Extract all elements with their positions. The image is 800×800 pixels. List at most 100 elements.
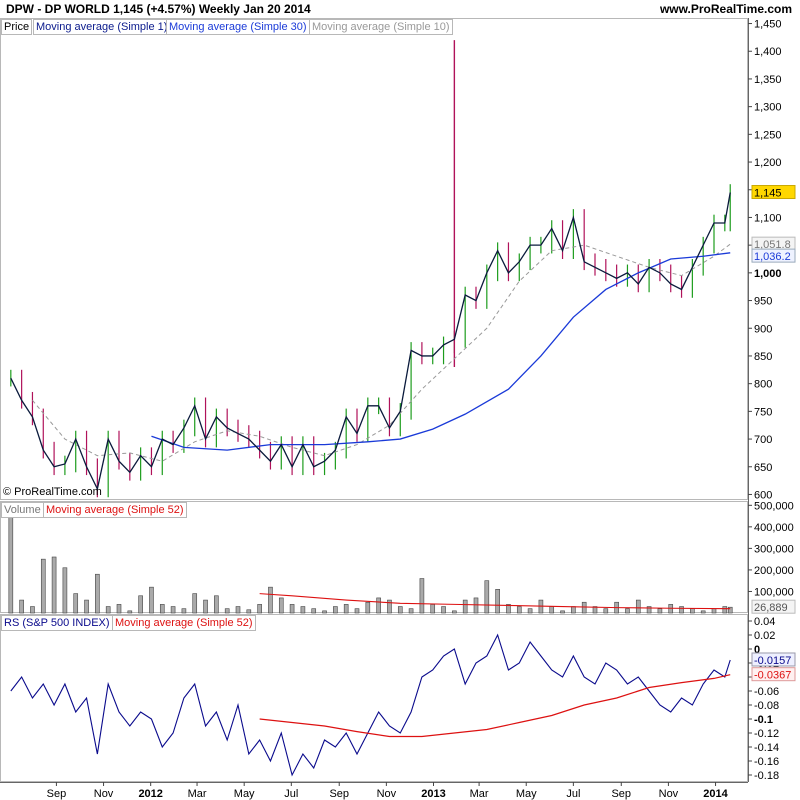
xtick-label: 2014 bbox=[703, 788, 728, 800]
volume-bar bbox=[159, 604, 165, 614]
xtick-label: Nov bbox=[659, 788, 679, 800]
volume-bar bbox=[635, 599, 641, 614]
price-ytick-label: 1,400 bbox=[754, 46, 782, 58]
volume-bar bbox=[181, 608, 187, 614]
price-ytick-label: 800 bbox=[754, 379, 772, 391]
rs-line bbox=[10, 633, 731, 777]
volume-bar bbox=[452, 610, 457, 614]
rs-ytick-label: 0.04 bbox=[754, 616, 775, 628]
copyright-text: © ProRealTime.com bbox=[3, 486, 102, 498]
legend-ma30: Moving average (Simple 30) bbox=[166, 19, 310, 35]
legend-ma10: Moving average (Simple 10) bbox=[309, 19, 453, 35]
volume-bar bbox=[581, 601, 587, 614]
price-ytick-label: 650 bbox=[754, 462, 772, 474]
volume-bar bbox=[419, 578, 425, 614]
volume-bar bbox=[127, 610, 133, 614]
volume-bar bbox=[727, 606, 733, 614]
price-ytick-label: 900 bbox=[754, 323, 772, 335]
volume-bar bbox=[246, 609, 252, 614]
volume-ytick-label: 100,000 bbox=[754, 586, 794, 598]
volume-ytick-label: 200,000 bbox=[754, 565, 794, 577]
xtick-label: Mar bbox=[188, 788, 207, 800]
volume-bar bbox=[365, 601, 371, 614]
legend-ma1: Moving average (Simple 1) bbox=[33, 19, 171, 35]
legend-volume-ma52: Moving average (Simple 52) bbox=[43, 502, 187, 518]
volume-ytick-label: 300,000 bbox=[754, 543, 794, 555]
price-ytick-label: 1,200 bbox=[754, 157, 782, 169]
volume-bar bbox=[354, 608, 360, 614]
rs-ytick-label: -0.08 bbox=[754, 700, 779, 712]
volume-bar bbox=[268, 586, 273, 614]
rs-ytick-label: 0.02 bbox=[754, 630, 775, 642]
panel-frame-0 bbox=[0, 18, 748, 500]
volume-bar bbox=[105, 606, 111, 614]
volume-ytick-label: 500,000 bbox=[754, 500, 794, 512]
volume-ma52-line bbox=[259, 593, 731, 610]
rs-ytick-label: -0.18 bbox=[754, 770, 779, 782]
volume-bar bbox=[571, 606, 576, 614]
legend-rs-ma52: Moving average (Simple 52) bbox=[112, 615, 256, 631]
volume-bar bbox=[625, 608, 630, 614]
volume-bar bbox=[462, 599, 468, 614]
price-ytick-label: 1,350 bbox=[754, 74, 782, 86]
price-ytick-label: 950 bbox=[754, 296, 772, 308]
volume-bar bbox=[690, 608, 695, 614]
chart-svg: 6006507007508008509009501,0001,0501,1001… bbox=[0, 18, 796, 800]
volume-bar bbox=[343, 604, 349, 614]
volume-bar bbox=[138, 595, 143, 614]
xtick-label: May bbox=[516, 788, 537, 800]
rs-ytick-label: -0.16 bbox=[754, 756, 779, 768]
legend-rs: RS (S&P 500 INDEX) bbox=[1, 615, 113, 631]
volume-bar bbox=[19, 599, 24, 614]
xtick-label: Nov bbox=[377, 788, 397, 800]
volume-bar bbox=[679, 606, 684, 614]
volume-bar bbox=[549, 606, 555, 614]
last-price-badge: 1,145 bbox=[754, 188, 782, 200]
volume-bar bbox=[235, 606, 241, 614]
rs-ytick-label: -0.06 bbox=[754, 686, 779, 698]
rs-ytick-label: -0.14 bbox=[754, 742, 779, 754]
rs-ma52-last-badge: -0.0367 bbox=[754, 670, 791, 682]
volume-bar bbox=[657, 608, 663, 614]
volume-ytick-label: 400,000 bbox=[754, 522, 794, 534]
xtick-label: Jul bbox=[284, 788, 298, 800]
volume-bar bbox=[441, 606, 446, 614]
xtick-label: Nov bbox=[94, 788, 114, 800]
volume-bar bbox=[322, 610, 327, 614]
xtick-label: Sep bbox=[611, 788, 631, 800]
price-ytick-label: 700 bbox=[754, 434, 772, 446]
volume-bar bbox=[95, 573, 100, 614]
xtick-label: Jul bbox=[566, 788, 580, 800]
volume-bar bbox=[73, 593, 79, 614]
panel-frame-1 bbox=[0, 501, 748, 613]
volume-bar bbox=[40, 558, 46, 614]
volume-bar bbox=[473, 597, 479, 614]
xtick-label: Sep bbox=[47, 788, 67, 800]
rs-ytick-label: -0.12 bbox=[754, 728, 779, 740]
xtick-label: Mar bbox=[470, 788, 489, 800]
ma30-last-badge: 1,036.2 bbox=[754, 251, 791, 263]
volume-bar bbox=[333, 606, 338, 614]
volume-bar bbox=[711, 608, 717, 614]
volume-bar bbox=[387, 599, 392, 614]
volume-bar bbox=[30, 606, 35, 614]
volume-bar bbox=[300, 606, 306, 614]
xtick-label: 2013 bbox=[421, 788, 445, 800]
rs-last-badge: -0.0157 bbox=[754, 655, 791, 667]
volume-bar bbox=[527, 608, 533, 614]
chart-stage: DPW - DP WORLD 1,145 (+4.57%) Weekly Jan… bbox=[0, 0, 800, 800]
volume-bar bbox=[289, 604, 295, 614]
volume-bar bbox=[722, 606, 728, 614]
panel-frame-2 bbox=[0, 614, 748, 782]
volume-bar bbox=[224, 608, 230, 614]
xtick-label: Sep bbox=[329, 788, 349, 800]
volume-bar bbox=[700, 610, 706, 614]
volume-bar bbox=[408, 608, 414, 614]
ma10-line bbox=[32, 243, 731, 462]
volume-bar bbox=[376, 597, 381, 614]
volume-bar bbox=[603, 608, 609, 614]
volume-last-badge: 26,889 bbox=[754, 602, 788, 614]
xtick-label: May bbox=[234, 788, 255, 800]
volume-bar bbox=[278, 597, 284, 614]
price-ytick-label: 750 bbox=[754, 406, 772, 418]
